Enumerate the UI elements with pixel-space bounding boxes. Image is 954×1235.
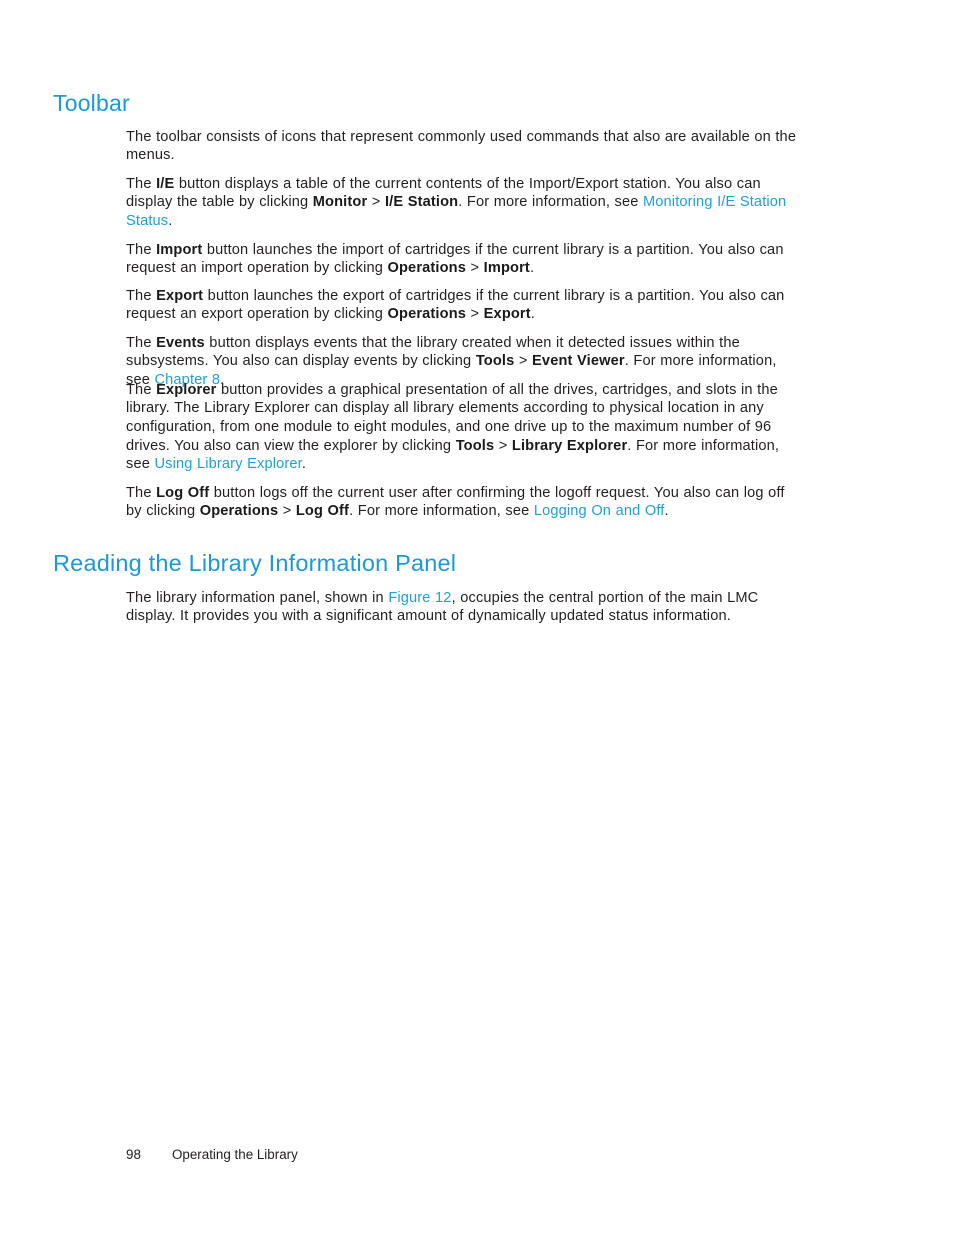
text-run: > — [514, 353, 533, 370]
text-run: The — [126, 287, 157, 304]
paragraph-toolbar-intro: The toolbar consists of icons that repre… — [126, 128, 800, 165]
section-heading-toolbar: Toolbar — [53, 90, 130, 117]
text-run: . — [529, 260, 535, 277]
paragraph-ie-button: The I/E button displays a table of the c… — [126, 175, 800, 231]
text-run: The — [126, 484, 157, 501]
ui-term: I/E — [156, 175, 175, 192]
ui-term: Monitor — [312, 194, 368, 211]
text-run: . — [301, 456, 307, 473]
ui-term: Library Explorer — [511, 437, 628, 454]
ui-term: Tools — [455, 437, 495, 454]
paragraph-explorer-button: The Explorer button provides a graphical… — [126, 381, 800, 475]
text-run: > — [466, 260, 484, 277]
page-number: 98 — [126, 1147, 141, 1162]
text-run: The — [126, 241, 157, 258]
ui-term: Import — [483, 260, 530, 277]
ui-term: Events — [156, 334, 205, 351]
ui-term: Operations — [387, 306, 467, 323]
paragraph-export-button: The Export button launches the export of… — [126, 287, 800, 324]
cross-reference-link[interactable]: Using Library Explorer — [154, 456, 301, 472]
text-run: The — [126, 381, 157, 398]
ui-term: Operations — [387, 260, 466, 277]
ui-term: Import — [156, 241, 203, 258]
text-run: The toolbar consists of icons that repre… — [126, 128, 797, 164]
cross-reference-link[interactable]: Logging On and Off — [534, 503, 665, 519]
text-run: . — [168, 213, 173, 229]
ui-term: Log Off — [295, 503, 350, 520]
document-page: Toolbar The toolbar consists of icons th… — [0, 0, 954, 1235]
paragraph-logoff-button: The Log Off button logs off the current … — [126, 484, 800, 521]
text-run: . For more information, see — [349, 503, 534, 520]
text-run: > — [278, 503, 296, 520]
text-run: The — [126, 175, 157, 192]
ui-term: Log Off — [156, 484, 210, 501]
paragraph-import-button: The Import button launches the import of… — [126, 241, 800, 278]
text-run: > — [466, 306, 484, 323]
ui-term: Event Viewer — [532, 353, 625, 370]
footer-chapter-title: Operating the Library — [172, 1147, 298, 1162]
text-run: . — [530, 306, 535, 323]
ui-term: I/E Station — [384, 194, 459, 211]
paragraph-library-information-panel: The library information panel, shown in … — [126, 589, 800, 626]
text-run: > — [494, 437, 512, 454]
ui-term: Operations — [199, 503, 279, 520]
text-run: The — [126, 334, 157, 351]
page-footer: 98 Operating the Library — [126, 1146, 298, 1163]
section-heading-reading-the-library-information-panel: Reading the Library Information Panel — [53, 549, 457, 576]
cross-reference-link[interactable]: Figure 12 — [388, 590, 451, 606]
text-run: . For more information, see — [458, 194, 643, 211]
text-run: . — [664, 503, 669, 520]
ui-term: Tools — [475, 353, 515, 370]
ui-term: Export — [483, 306, 531, 323]
text-run: > — [367, 194, 385, 211]
ui-term: Export — [156, 287, 204, 304]
ui-term: Explorer — [156, 381, 217, 398]
text-run: The library information panel, shown in — [126, 589, 389, 606]
